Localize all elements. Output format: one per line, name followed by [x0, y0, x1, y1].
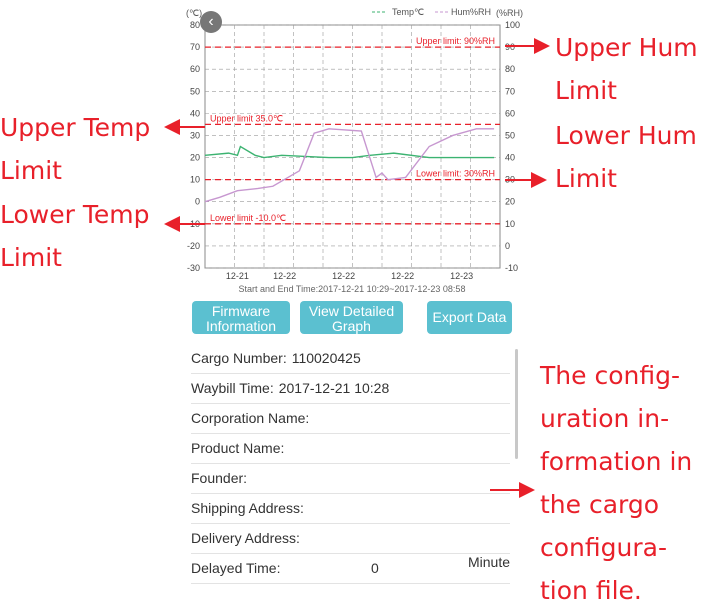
info-row: Founder: [191, 463, 510, 494]
info-row: Delivery Address: [191, 523, 510, 554]
upper-hum-annotation: Upper Hum Limit [555, 33, 698, 105]
info-label: Product Name: [191, 440, 285, 456]
y-right-tick: 20 [505, 197, 515, 207]
y-right-tick: 70 [505, 86, 515, 96]
y-right-tick: -10 [505, 263, 518, 273]
legend: Temp℃ Hum%RH [372, 7, 491, 17]
info-unit: Minute [467, 554, 510, 570]
y-right-tick: 0 [505, 241, 510, 251]
limit-label: Upper limit: 90%RH [416, 36, 495, 46]
x-tick-label: 12-22 [332, 271, 355, 281]
y-left-tick: 50 [190, 86, 200, 96]
time-range-subtitle: Start and End Time:2017-12-21 10:29~2017… [239, 284, 466, 294]
info-label: Delayed Time: [191, 560, 281, 576]
view-detailed-graph-button[interactable]: View Detailed Graph [300, 301, 403, 334]
y-right-tick: 60 [505, 108, 515, 118]
back-arrow-icon: ‹ [208, 13, 214, 30]
y-left-tick: 60 [190, 64, 200, 74]
x-tick-label: 12-22 [273, 271, 296, 281]
info-row: Waybill Time: 2017-12-21 10:28 [191, 373, 510, 404]
limit-label: Lower limit -10.0℃ [210, 213, 286, 223]
x-tick-label: 12-22 [391, 271, 414, 281]
y-left-tick: 70 [190, 42, 200, 52]
y-left-tick: 0 [195, 197, 200, 207]
info-label: Corporation Name: [191, 410, 310, 426]
scrollbar[interactable] [515, 349, 518, 459]
info-row: Delayed Time: 0 Minute [191, 553, 510, 584]
y-left-tick: 30 [190, 130, 200, 140]
info-label: Founder: [191, 470, 248, 486]
info-value: 110020425 [291, 350, 361, 366]
limit-label: Upper limit 35.0℃ [210, 113, 283, 123]
y-right-tick: 50 [505, 130, 515, 140]
legend-hum: Hum%RH [451, 7, 491, 17]
info-row: Product Name: [191, 433, 510, 464]
y-left-tick: -30 [187, 263, 200, 273]
export-data-button[interactable]: Export Data [427, 301, 512, 334]
y-left-tick: 20 [190, 153, 200, 163]
lower-hum-annotation: Lower Hum Limit [555, 121, 697, 193]
y-right-tick: 90 [505, 42, 515, 52]
back-button[interactable]: ‹ [200, 11, 222, 33]
info-label: Shipping Address: [191, 500, 304, 516]
y-right-tick: 100 [505, 20, 520, 30]
y-right-tick: 40 [505, 153, 515, 163]
right-unit-label: (%RH) [496, 8, 523, 18]
y-left-tick: 10 [190, 175, 200, 185]
info-label: Delivery Address: [191, 530, 300, 546]
limit-label: Lower limit: 30%RH [416, 169, 495, 179]
info-row: Corporation Name: [191, 403, 510, 434]
info-label: Cargo Number: [191, 350, 287, 366]
y-right-tick: 10 [505, 219, 515, 229]
info-value: 2017-12-21 10:28 [278, 380, 390, 396]
lower-temp-annotation: Lower Temp Limit [0, 200, 150, 272]
legend-temp: Temp℃ [392, 7, 424, 17]
y-right-tick: 80 [505, 64, 515, 74]
upper-temp-annotation: Upper Temp Limit [0, 113, 151, 185]
info-row: Cargo Number: 110020425 [191, 343, 510, 374]
y-left-tick: 40 [190, 108, 200, 118]
info-row: Shipping Address: [191, 493, 510, 524]
y-left-tick: -20 [187, 241, 200, 251]
x-tick-label: 12-21 [226, 271, 249, 281]
left-unit-label: (℃) [186, 8, 202, 18]
x-tick-label: 12-23 [450, 271, 473, 281]
config-annotation: The config- uration in- formation in the… [540, 361, 693, 605]
firmware-information-button[interactable]: Firmware Information [192, 301, 290, 334]
y-left-tick: 80 [190, 20, 200, 30]
info-label: Waybill Time: [191, 380, 274, 396]
